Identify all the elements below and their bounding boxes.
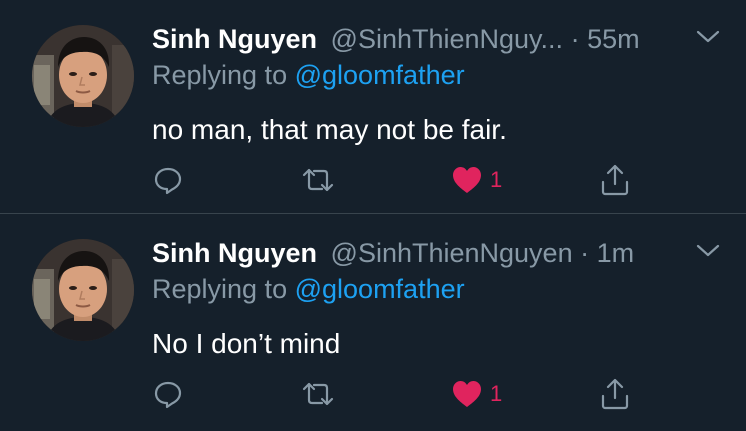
like-count: 1: [490, 381, 503, 406]
tweet[interactable]: Sinh Nguyen @SinhThienNguyen · 1m Replyi…: [0, 214, 746, 427]
tweet-actions: 1: [0, 160, 746, 200]
tweet[interactable]: Sinh Nguyen @SinhThienNguy... · 55m Repl…: [0, 0, 746, 213]
mention-link[interactable]: @gloomfather: [295, 60, 465, 90]
heart-icon: [453, 167, 481, 193]
author-name[interactable]: Sinh Nguyen: [152, 238, 317, 268]
share-icon: [601, 164, 629, 196]
retweet-button[interactable]: [300, 374, 336, 414]
replying-to: Replying to @gloomfather: [152, 58, 465, 92]
retweet-icon: [302, 382, 334, 406]
retweet-button[interactable]: [300, 160, 336, 200]
tweet-text: No I don’t mind: [152, 328, 341, 359]
reply-button[interactable]: [152, 160, 184, 200]
share-button[interactable]: [598, 374, 632, 414]
separator: ·: [580, 238, 590, 268]
retweet-icon: [302, 168, 334, 192]
avatar[interactable]: [32, 239, 134, 341]
tweet-time[interactable]: 55m: [587, 24, 640, 54]
tweet-header: Sinh Nguyen @SinhThienNguyen · 1m: [152, 236, 732, 270]
author-handle[interactable]: @SinhThienNguyen: [331, 238, 573, 268]
reply-button[interactable]: [152, 374, 184, 414]
chevron-down-icon[interactable]: [695, 28, 721, 46]
tweet-actions: 1: [0, 374, 746, 414]
mention-link[interactable]: @gloomfather: [295, 274, 465, 304]
like-button[interactable]: 1: [450, 374, 502, 414]
like-button[interactable]: 1: [450, 160, 502, 200]
author-handle[interactable]: @SinhThienNguy...: [331, 24, 564, 54]
tweet-time[interactable]: 1m: [597, 238, 635, 268]
like-count: 1: [490, 167, 503, 192]
chevron-down-icon[interactable]: [695, 242, 721, 260]
avatar[interactable]: [32, 25, 134, 127]
share-icon: [601, 378, 629, 410]
heart-icon: [453, 381, 481, 407]
author-name[interactable]: Sinh Nguyen: [152, 24, 317, 54]
replying-label: Replying to: [152, 274, 288, 304]
tweet-text: no man, that may not be fair.: [152, 114, 507, 145]
replying-to: Replying to @gloomfather: [152, 272, 465, 306]
reply-icon: [154, 167, 182, 195]
share-button[interactable]: [598, 160, 632, 200]
tweet-header: Sinh Nguyen @SinhThienNguy... · 55m: [152, 22, 732, 56]
reply-icon: [154, 381, 182, 409]
separator: ·: [570, 24, 580, 54]
replying-label: Replying to: [152, 60, 288, 90]
